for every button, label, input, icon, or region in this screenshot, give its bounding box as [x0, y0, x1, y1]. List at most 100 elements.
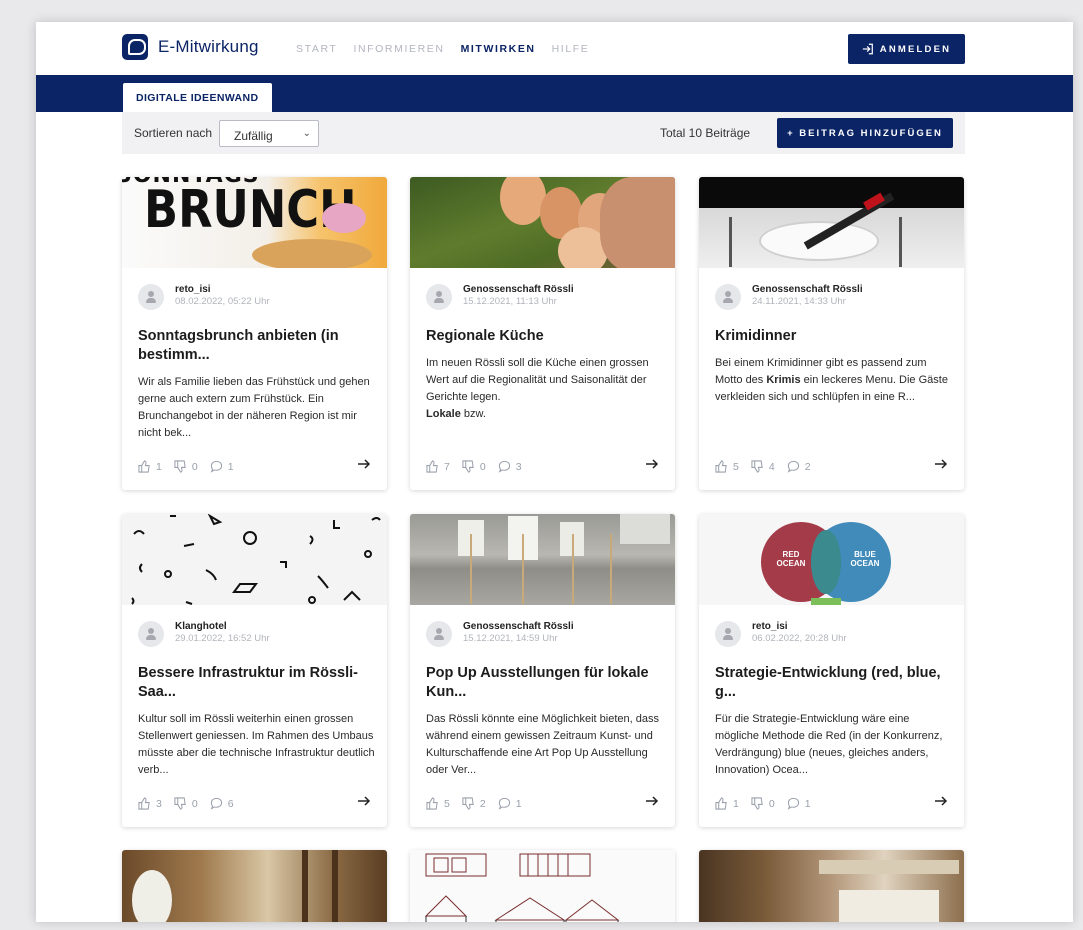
avatar: [715, 284, 741, 310]
comment-stat[interactable]: 1: [210, 460, 234, 473]
card-image-brunch: SONNTAGS BRUNCH: [122, 177, 387, 268]
like-stat[interactable]: 1: [715, 797, 739, 810]
sort-value: Zufällig: [234, 129, 273, 143]
idea-card[interactable]: [410, 850, 675, 922]
like-count: 5: [444, 797, 450, 810]
card-stats: 1 0 1: [138, 460, 234, 473]
idea-card[interactable]: [699, 850, 964, 922]
image-caption-red: RED OCEAN: [776, 550, 806, 568]
tab-ideenwand[interactable]: DIGITALE IDEENWAND: [123, 83, 272, 112]
author-name: reto_isi: [752, 621, 788, 632]
dislike-count: 0: [479, 460, 486, 473]
card-title[interactable]: Bessere Infrastruktur im Rössli-Saa...: [138, 664, 374, 702]
dislike-count: 0: [768, 797, 775, 810]
post-date: 15.12.2021, 14:59 Uhr: [463, 633, 558, 644]
dislike-stat[interactable]: 0: [174, 797, 198, 810]
card-author: Klanghotel 29.01.2022, 16:52 Uhr: [138, 621, 270, 647]
card-author: Genossenschaft Rössli 15.12.2021, 14:59 …: [426, 621, 574, 647]
idea-card[interactable]: SONNTAGS BRUNCH reto_isi 08.02.2022, 05:…: [122, 177, 387, 490]
avatar: [138, 284, 164, 310]
card-image-floorplan: [410, 850, 675, 922]
card-description: Bei einem Krimidinner gibt es passend zu…: [715, 355, 955, 406]
add-contribution-button[interactable]: + BEITRAG HINZUFÜGEN: [777, 118, 953, 148]
author-name: Genossenschaft Rössli: [752, 284, 863, 295]
site-header: E-Mitwirkung START INFORMIEREN MITWIRKEN…: [36, 22, 1073, 75]
like-stat[interactable]: 3: [138, 797, 162, 810]
desc-bold: Krimis: [766, 374, 801, 386]
idea-card[interactable]: Genossenschaft Rössli 24.11.2021, 14:33 …: [699, 177, 964, 490]
card-author: Genossenschaft Rössli 15.12.2021, 11:13 …: [426, 284, 574, 310]
card-title[interactable]: Regionale Küche: [426, 327, 662, 346]
arrow-right-icon[interactable]: [645, 457, 659, 471]
comment-stat[interactable]: 2: [787, 460, 811, 473]
thumbs-up-icon: [426, 460, 438, 473]
image-caption-blue: BLUE OCEAN: [850, 550, 880, 568]
post-date: 06.02.2022, 20:28 Uhr: [752, 633, 847, 644]
card-stats: 7 0 3: [426, 460, 522, 473]
login-icon: [862, 43, 873, 55]
dislike-stat[interactable]: 0: [174, 460, 198, 473]
like-stat[interactable]: 1: [138, 460, 162, 473]
idea-card[interactable]: [122, 850, 387, 922]
idea-card[interactable]: Genossenschaft Rössli 15.12.2021, 14:59 …: [410, 514, 675, 827]
post-date: 29.01.2022, 16:52 Uhr: [175, 633, 270, 644]
dislike-stat[interactable]: 0: [462, 460, 486, 473]
dislike-stat[interactable]: 2: [462, 797, 486, 810]
card-stats: 1 0 1: [715, 797, 811, 810]
comment-icon: [498, 797, 510, 810]
card-title[interactable]: Pop Up Ausstellungen für lokale Kun...: [426, 664, 662, 702]
post-date: 15.12.2021, 11:13 Uhr: [463, 296, 557, 307]
idea-card[interactable]: Klanghotel 29.01.2022, 16:52 Uhr Bessere…: [122, 514, 387, 827]
dislike-count: 0: [191, 797, 198, 810]
comment-icon: [498, 460, 510, 473]
card-title[interactable]: Strategie-Entwicklung (red, blue, g...: [715, 664, 951, 702]
comment-icon: [787, 460, 799, 473]
dislike-stat[interactable]: 0: [751, 797, 775, 810]
thumbs-up-icon: [138, 797, 150, 810]
card-image-hall: [699, 850, 964, 922]
comment-stat[interactable]: 3: [498, 460, 522, 473]
card-image-eggs: [410, 177, 675, 268]
sort-select[interactable]: Zufällig ⌄: [219, 120, 319, 147]
author-name: Genossenschaft Rössli: [463, 284, 574, 295]
card-image-restaurant: [122, 850, 387, 922]
idea-card[interactable]: Genossenschaft Rössli 15.12.2021, 11:13 …: [410, 177, 675, 490]
login-button[interactable]: ANMELDEN: [848, 34, 965, 64]
card-title[interactable]: Krimidinner: [715, 327, 951, 346]
thumbs-down-icon: [462, 797, 474, 810]
comment-stat[interactable]: 1: [787, 797, 811, 810]
thumbs-down-icon: [462, 460, 474, 473]
arrow-right-icon[interactable]: [357, 457, 371, 471]
card-image-exhibition: [410, 514, 675, 605]
arrow-right-icon[interactable]: [934, 457, 948, 471]
like-count: 1: [733, 797, 739, 810]
thumbs-up-icon: [426, 797, 438, 810]
like-count: 1: [156, 460, 162, 473]
nav-hilfe[interactable]: HILFE: [552, 43, 590, 55]
comment-icon: [787, 797, 799, 810]
arrow-right-icon[interactable]: [645, 794, 659, 808]
comment-count: 1: [804, 797, 811, 810]
arrow-right-icon[interactable]: [357, 794, 371, 808]
idea-card[interactable]: RED OCEAN BLUE OCEAN reto_isi 06.02.2022…: [699, 514, 964, 827]
speech-bubble-logo-icon: [122, 34, 148, 60]
nav-informieren[interactable]: INFORMIEREN: [353, 43, 444, 55]
card-title[interactable]: Sonntagsbrunch anbieten (in bestimm...: [138, 327, 374, 365]
like-stat[interactable]: 7: [426, 460, 450, 473]
like-stat[interactable]: 5: [715, 460, 739, 473]
nav-start[interactable]: START: [296, 43, 337, 55]
sort-label: Sortieren nach: [134, 126, 213, 140]
site-logo[interactable]: E-Mitwirkung: [122, 34, 259, 60]
dislike-stat[interactable]: 4: [751, 460, 775, 473]
like-stat[interactable]: 5: [426, 797, 450, 810]
comment-stat[interactable]: 1: [498, 797, 522, 810]
total-count: Total 10 Beiträge: [660, 126, 751, 140]
card-stats: 3 0 6: [138, 797, 234, 810]
card-description: Das Rössli könnte eine Möglichkeit biete…: [426, 713, 659, 776]
card-description: Im neuen Rössli soll die Küche einen gro…: [426, 355, 666, 423]
nav-mitwirken[interactable]: MITWIRKEN: [461, 43, 536, 55]
card-image-dinner: [699, 177, 964, 268]
comment-stat[interactable]: 6: [210, 797, 234, 810]
arrow-right-icon[interactable]: [934, 794, 948, 808]
thumbs-up-icon: [715, 797, 727, 810]
